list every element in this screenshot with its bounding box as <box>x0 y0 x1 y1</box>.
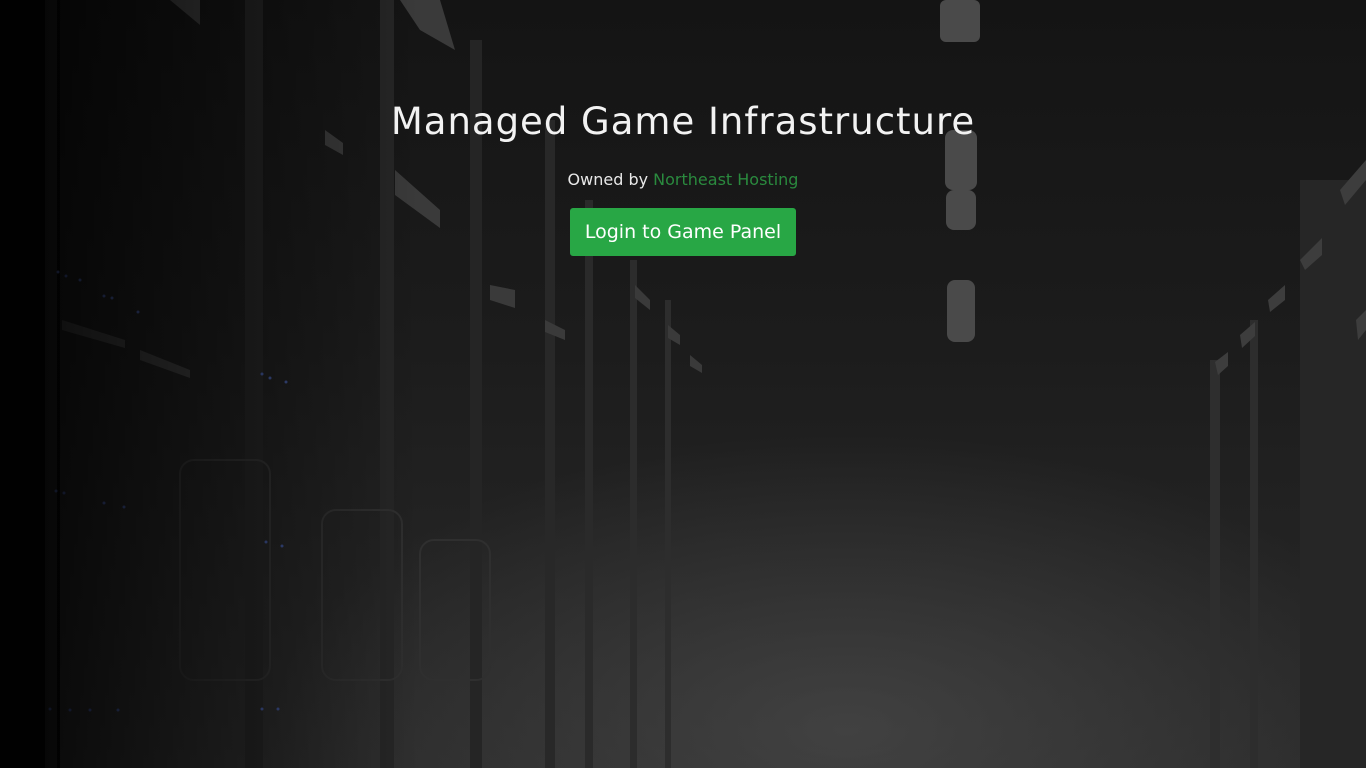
owned-by-label: Owned by <box>567 170 649 189</box>
owner-line: Owned by Northeast Hosting <box>0 168 1366 192</box>
login-button[interactable]: Login to Game Panel <box>570 208 796 256</box>
hero-section: Managed Game Infrastructure Owned by Nor… <box>0 0 1366 256</box>
owner-link[interactable]: Northeast Hosting <box>653 170 798 189</box>
page-title: Managed Game Infrastructure <box>390 100 976 143</box>
